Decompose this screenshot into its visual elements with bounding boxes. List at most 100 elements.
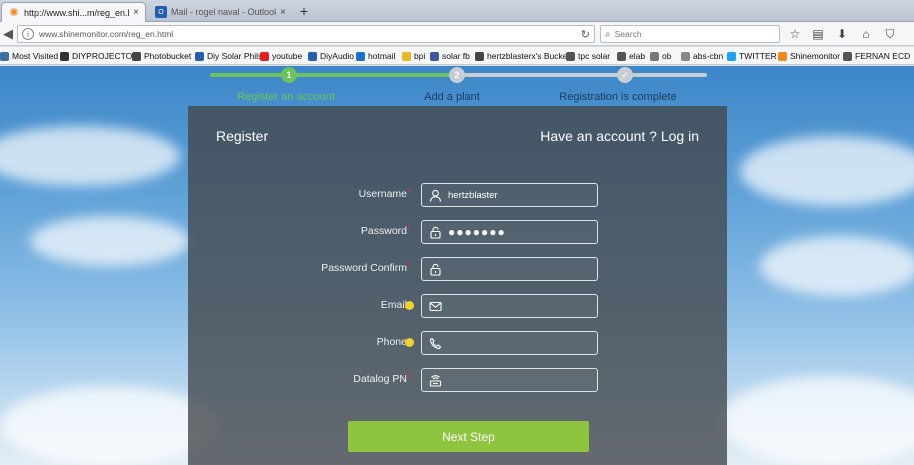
bookmark-favicon-icon [308, 51, 317, 61]
home-icon[interactable]: ⌂ [858, 26, 874, 42]
bookmark-label: solar fb [442, 51, 470, 61]
phone-field[interactable] [421, 331, 598, 355]
username-label: Username [358, 188, 407, 200]
close-tab-icon[interactable]: × [133, 7, 139, 18]
bookmark-item[interactable]: Photobucket [132, 50, 191, 62]
address-bar[interactable]: i www.shinemonitor.com/reg_en.html ↻ [17, 25, 595, 43]
tab-title: Mail - rogel naval - Outlook [171, 7, 277, 17]
bookmark-star-icon[interactable]: ☆ [787, 26, 803, 42]
bookmark-favicon-icon [0, 51, 9, 61]
tab-outlook[interactable]: O Mail - rogel naval - Outlook × [149, 2, 292, 22]
cloud-decoration [720, 376, 914, 465]
bookmark-item[interactable]: youtube [260, 50, 302, 62]
bookmark-label: Shinemonitor [790, 51, 841, 61]
bookmark-favicon-icon [60, 51, 69, 61]
bookmark-item[interactable]: Shinemonitor [778, 50, 840, 62]
bookmark-label: hertzblasterx's Bucket [487, 51, 570, 61]
phone-icon [428, 336, 442, 350]
bookmark-label: Photobucket [144, 51, 192, 61]
bookmark-label: youtube [272, 51, 303, 61]
bookmark-item[interactable]: hotmail [356, 50, 395, 62]
phone-row: Phone [188, 331, 727, 355]
bookmark-favicon-icon [566, 51, 575, 61]
cloud-decoration [740, 136, 914, 206]
bookmark-item[interactable]: hertzblasterx's Bucket [475, 50, 570, 62]
phone-label: Phone [376, 336, 407, 348]
bookmark-item[interactable]: abs-cbn [681, 50, 723, 62]
required-marker: * [407, 224, 411, 235]
lock-icon [428, 262, 442, 276]
bookmark-favicon-icon [778, 51, 787, 61]
bookmark-favicon-icon [843, 51, 852, 61]
user-icon [428, 188, 442, 202]
datalog-pn-field[interactable] [421, 368, 598, 392]
password-label: Password [360, 225, 407, 237]
cloud-decoration [0, 386, 220, 465]
back-arrow-icon[interactable]: ◀ [0, 25, 16, 43]
bookmark-favicon-icon [260, 51, 269, 61]
bookmark-favicon-icon [132, 51, 141, 61]
bookmark-item[interactable]: FERNAN ECD [843, 50, 910, 62]
password-confirm-field[interactable] [421, 257, 598, 281]
download-icon[interactable]: ⬇ [834, 26, 850, 42]
new-tab-button[interactable]: + [296, 3, 312, 19]
bookmark-favicon-icon [650, 51, 659, 61]
bookmark-label: DIYPROJECTOR [72, 51, 139, 61]
bookmark-item[interactable]: DIYPROJECTOR [60, 50, 138, 62]
bookmark-label: FERNAN ECD [855, 51, 911, 61]
bookmark-item[interactable]: ob [650, 50, 671, 62]
search-placeholder: Search [614, 29, 642, 39]
bookmark-item[interactable]: elab [617, 50, 645, 62]
bookmark-item[interactable]: TWITTER [727, 50, 777, 62]
navigation-bar: ◀ i www.shinemonitor.com/reg_en.html ↻ ⌕… [0, 22, 914, 46]
url-text: www.shinemonitor.com/reg_en.html [39, 29, 174, 39]
bookmark-item[interactable]: tpc solar [566, 50, 610, 62]
email-field[interactable] [421, 294, 598, 318]
sun-favicon-icon: ✺ [9, 7, 19, 19]
cloud-decoration [0, 126, 180, 186]
search-box[interactable]: ⌕ Search [600, 25, 780, 43]
bookmark-favicon-icon [430, 51, 439, 61]
username-field[interactable] [421, 183, 598, 207]
username-input[interactable] [448, 189, 588, 201]
mail-icon [428, 299, 442, 313]
password-confirm-input[interactable] [448, 263, 588, 275]
bookmark-favicon-icon [195, 51, 204, 61]
bookmark-label: Diy Solar Phils [207, 51, 263, 61]
email-input[interactable] [448, 300, 588, 312]
info-icon[interactable]: i [22, 28, 34, 40]
bookmark-favicon-icon [727, 51, 736, 61]
bookmark-item[interactable]: DiyAudio [308, 50, 354, 62]
bookmark-item[interactable]: Diy Solar Phils [195, 50, 262, 62]
password-field[interactable]: ●●●●●●● [421, 220, 598, 244]
close-tab-icon[interactable]: × [280, 7, 286, 18]
reading-list-icon[interactable]: ▤ [810, 26, 826, 42]
bookmark-favicon-icon [402, 51, 411, 61]
tab-title: http://www.shi...m/reg_en.html [24, 7, 129, 18]
bookmark-label: DiyAudio [320, 51, 355, 61]
required-marker: * [407, 261, 411, 272]
next-step-button[interactable]: Next Step [348, 421, 589, 452]
optional-marker [405, 338, 414, 347]
username-row: Username * [188, 183, 727, 207]
required-marker: * [407, 372, 411, 383]
bookmark-favicon-icon [475, 51, 484, 61]
datalog-pn-label: Datalog PN [353, 373, 407, 385]
lock-icon [428, 225, 442, 239]
bookmark-item[interactable]: Most Visited [0, 50, 58, 62]
bookmark-item[interactable]: solar fb [430, 50, 470, 62]
login-link[interactable]: Have an account ? Log in [540, 128, 699, 144]
panel-title: Register [216, 128, 269, 144]
datalog-pn-input[interactable] [448, 374, 588, 386]
password-confirm-row: Password Confirm * [188, 257, 727, 281]
email-row: Email [188, 294, 727, 318]
reload-icon[interactable]: ↻ [581, 28, 590, 41]
cloud-decoration [30, 216, 190, 266]
pocket-icon[interactable]: ⛉ [882, 26, 898, 42]
bookmark-item[interactable]: bpi [402, 50, 425, 62]
phone-input[interactable] [448, 337, 588, 349]
tab-shinemonitor[interactable]: ✺ http://www.shi...m/reg_en.html × [1, 2, 146, 22]
step-2-label: Add a plant [424, 91, 480, 103]
password-input[interactable]: ●●●●●●● [448, 226, 506, 238]
bookmark-favicon-icon [356, 51, 365, 61]
